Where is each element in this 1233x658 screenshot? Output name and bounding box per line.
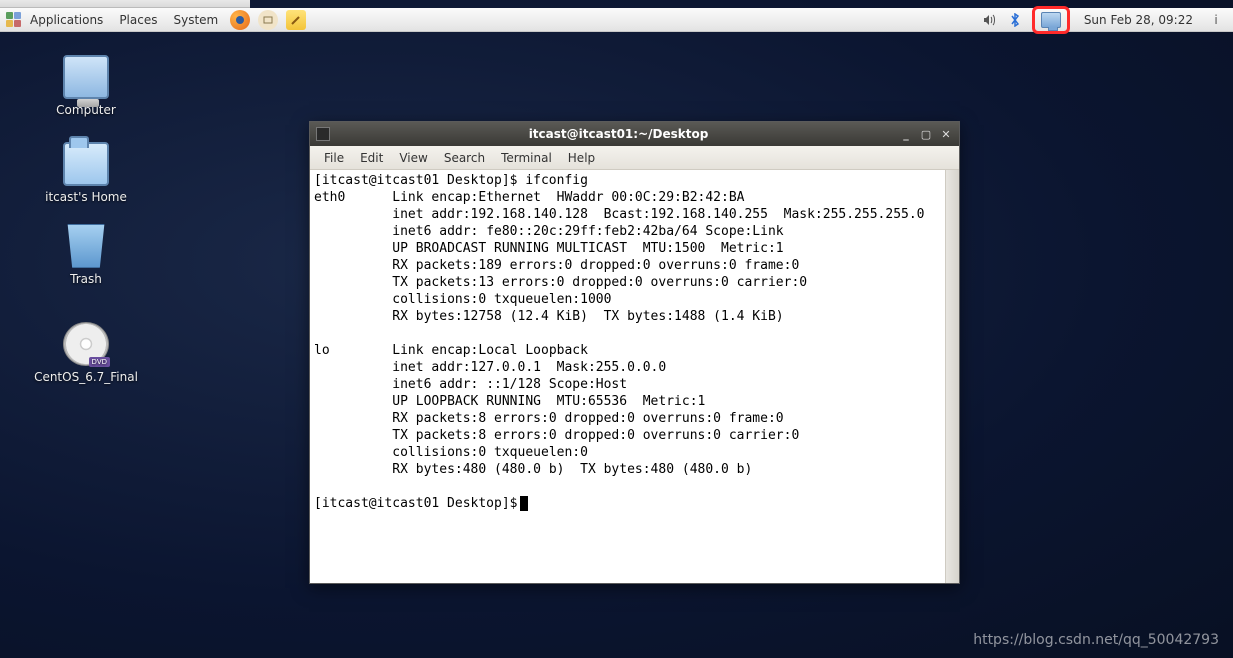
terminal-title: itcast@itcast01:~/Desktop [338, 127, 899, 141]
close-button[interactable]: ✕ [939, 127, 953, 141]
desktop-home[interactable]: itcast's Home [26, 142, 146, 204]
network-icon[interactable] [1041, 12, 1061, 28]
menu-edit[interactable]: Edit [352, 151, 391, 165]
desktop-label: Trash [26, 272, 146, 286]
menu-help[interactable]: Help [560, 151, 603, 165]
lo-line: RX bytes:480 (480.0 b) TX bytes:480 (480… [392, 462, 752, 477]
terminal-menubar: File Edit View Search Terminal Help [310, 146, 959, 170]
panel-left: Applications Places System [0, 8, 310, 31]
eth0-line: collisions:0 txqueuelen:1000 [392, 292, 611, 307]
iface-lo: lo [314, 343, 330, 358]
iface-eth0: eth0 [314, 190, 345, 205]
desktop-label: CentOS_6.7_Final [26, 370, 146, 384]
lo-line: inet6 addr: ::1/128 Scope:Host [392, 377, 627, 392]
lo-line: inet addr:127.0.0.1 Mask:255.0.0.0 [392, 360, 666, 375]
lo-line: UP LOOPBACK RUNNING MTU:65536 Metric:1 [392, 394, 705, 409]
system-menu[interactable]: System [165, 8, 226, 31]
bluetooth-icon[interactable] [1006, 11, 1024, 29]
apps-menu-icon[interactable] [6, 12, 22, 28]
applications-menu[interactable]: Applications [22, 8, 111, 31]
terminal-scrollbar[interactable] [945, 170, 959, 583]
lo-line: RX packets:8 errors:0 dropped:0 overruns… [392, 411, 783, 426]
cursor-icon [520, 496, 528, 511]
places-menu[interactable]: Places [111, 8, 165, 31]
lo-line: collisions:0 txqueuelen:0 [392, 445, 588, 460]
terminal-prompt: [itcast@itcast01 Desktop]$ [314, 173, 525, 188]
terminal-title-icon [316, 127, 330, 141]
menu-search[interactable]: Search [436, 151, 493, 165]
desktop-computer[interactable]: Computer [26, 55, 146, 117]
computer-icon [63, 55, 109, 99]
eth0-line: UP BROADCAST RUNNING MULTICAST MTU:1500 … [392, 241, 783, 256]
eth0-line: Link encap:Ethernet HWaddr 00:0C:29:B2:4… [392, 190, 744, 205]
user-menu[interactable]: i [1207, 11, 1225, 29]
home-folder-icon [63, 142, 109, 186]
menu-view[interactable]: View [391, 151, 435, 165]
panel-right: Sun Feb 28, 09:22 i [980, 8, 1233, 31]
terminal-window: itcast@itcast01:~/Desktop _ ▢ ✕ File Edi… [309, 121, 960, 584]
maximize-button[interactable]: ▢ [919, 127, 933, 141]
lo-line: TX packets:8 errors:0 dropped:0 overruns… [392, 428, 799, 443]
notes-icon[interactable] [286, 10, 306, 30]
vm-toolbar [0, 0, 250, 8]
network-highlight [1032, 6, 1070, 34]
watermark: https://blog.csdn.net/qq_50042793 [973, 632, 1219, 648]
menu-terminal[interactable]: Terminal [493, 151, 560, 165]
eth0-line: TX packets:13 errors:0 dropped:0 overrun… [392, 275, 807, 290]
menu-file[interactable]: File [316, 151, 352, 165]
desktop-centos-cd[interactable]: CentOS_6.7_Final [26, 322, 146, 384]
play-icon [140, 0, 154, 8]
eth0-line: RX packets:189 errors:0 dropped:0 overru… [392, 258, 799, 273]
firefox-icon[interactable] [230, 10, 250, 30]
desktop-trash[interactable]: Trash [26, 224, 146, 286]
evolution-icon[interactable] [258, 10, 278, 30]
terminal-command: ifconfig [525, 173, 588, 188]
eth0-line: inet addr:192.168.140.128 Bcast:192.168.… [392, 207, 924, 222]
cd-icon [63, 322, 109, 366]
lo-line: Link encap:Local Loopback [392, 343, 588, 358]
desktop-label: itcast's Home [26, 190, 146, 204]
trash-icon [63, 224, 109, 268]
terminal-titlebar[interactable]: itcast@itcast01:~/Desktop _ ▢ ✕ [310, 122, 959, 146]
minimize-button[interactable]: _ [899, 127, 913, 141]
terminal-body[interactable]: [itcast@itcast01 Desktop]$ ifconfig eth0… [310, 170, 959, 583]
terminal-prompt: [itcast@itcast01 Desktop]$ [314, 496, 518, 511]
volume-icon[interactable] [980, 11, 998, 29]
eth0-line: RX bytes:12758 (12.4 KiB) TX bytes:1488 … [392, 309, 783, 324]
top-panel: Applications Places System Sun Feb 28, 0… [0, 8, 1233, 32]
eth0-line: inet6 addr: fe80::20c:29ff:feb2:42ba/64 … [392, 224, 783, 239]
clock[interactable]: Sun Feb 28, 09:22 [1078, 13, 1199, 27]
